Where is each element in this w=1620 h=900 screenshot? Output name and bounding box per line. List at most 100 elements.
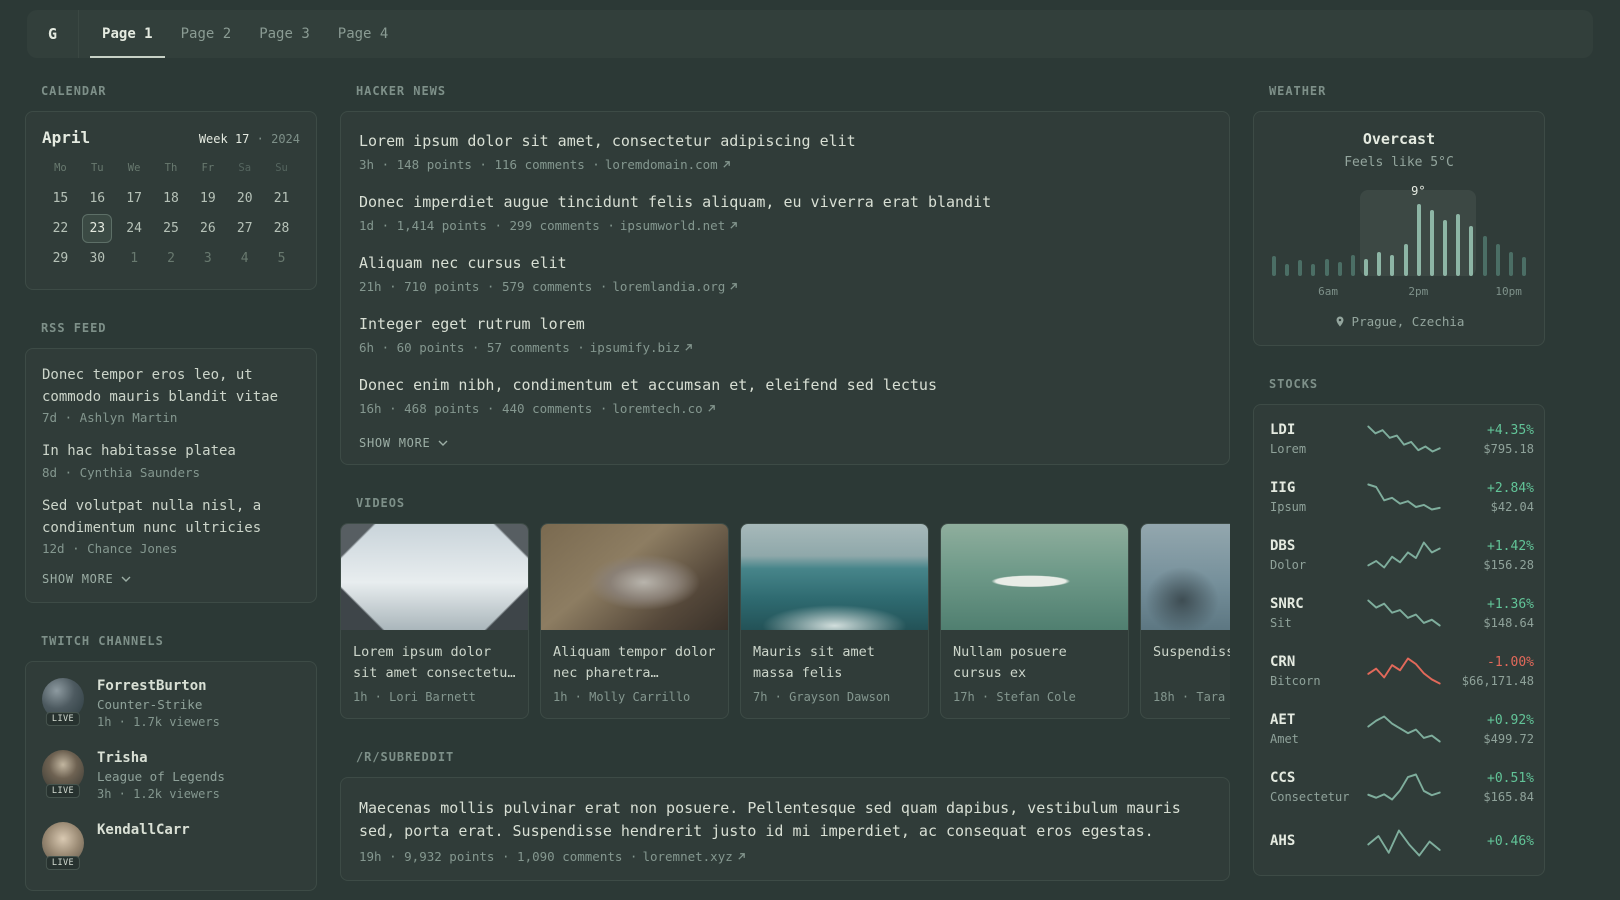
section-title-hackernews: HACKER NEWS — [356, 84, 447, 98]
hackernews-item: Donec enim nibh, condimentum et accumsan… — [359, 375, 1211, 416]
weather-section: WEATHER Overcast Feels like 5°C 9° 6am 2p… — [1253, 84, 1545, 346]
content-area: CALENDAR April Week 17 · 2024 Mo Tu We Th Fr… — [0, 58, 1620, 900]
stock-row[interactable]: IIG Ipsum +2.84% $42.04 — [1270, 468, 1534, 526]
rss-item-title[interactable]: Donec tempor eros leo, ut commodo mauris… — [42, 365, 300, 408]
calendar-widget: April Week 17 · 2024 Mo Tu We Th Fr Sa Su 15 16… — [25, 111, 317, 290]
video-thumbnail — [741, 524, 928, 630]
stock-row[interactable]: CRN Bitcorn -1.00% $66,171.48 — [1270, 642, 1534, 700]
rss-item-title[interactable]: Sed volutpat nulla nisl, a condimentum n… — [42, 496, 300, 539]
stock-change: -1.00% — [1487, 654, 1534, 670]
source-link[interactable]: ipsumworld.net — [620, 218, 725, 233]
video-title[interactable]: Mauris sit amet massa felis — [753, 642, 916, 684]
location-pin-icon — [1336, 316, 1344, 327]
calendar-day[interactable]: 25 — [156, 214, 186, 243]
meta-text: 6h · 60 points · 57 comments · — [359, 340, 585, 355]
rss-widget: Donec tempor eros leo, ut commodo mauris… — [25, 348, 317, 604]
hackernews-item-title[interactable]: Aliquam nec cursus elit — [359, 253, 1211, 274]
stock-sparkline — [1367, 715, 1441, 743]
calendar-day[interactable]: 17 — [119, 184, 149, 213]
rss-item-title[interactable]: In hac habitasse platea — [42, 441, 300, 463]
hackernews-show-more-button[interactable]: SHOW MORE — [359, 436, 1211, 450]
calendar-day[interactable]: 3 — [193, 244, 223, 273]
hackernews-item-title[interactable]: Integer eget rutrum lorem — [359, 314, 1211, 335]
stock-row[interactable]: AET Amet +0.92% $499.72 — [1270, 700, 1534, 758]
page-tab[interactable]: Page 1 — [90, 10, 165, 58]
hackernews-item-title[interactable]: Donec enim nibh, condimentum et accumsan… — [359, 375, 1211, 396]
calendar-day[interactable]: 29 — [45, 244, 75, 273]
calendar-day[interactable]: 19 — [193, 184, 223, 213]
video-card[interactable]: Nullam posuere cursus ex 17h · Stefan Co… — [940, 523, 1129, 719]
calendar-day[interactable]: 1 — [119, 244, 149, 273]
video-title[interactable]: Suspendisse diam — [1153, 642, 1230, 684]
channel-name[interactable]: ForrestBurton — [97, 678, 220, 694]
video-title[interactable]: Lorem ipsum dolor sit amet consectetu… — [353, 642, 516, 684]
weather-bar — [1508, 252, 1513, 276]
calendar-day[interactable]: 15 — [45, 184, 75, 213]
app-logo[interactable]: G — [27, 10, 78, 58]
twitch-channel-row[interactable]: LIVE ForrestBurton Counter-Strike 1h · 1… — [42, 678, 300, 729]
twitch-avatar-wrap: LIVE — [42, 678, 84, 727]
source-link[interactable]: loremlandia.org — [612, 279, 725, 294]
chevron-down-icon — [121, 576, 131, 583]
video-card[interactable]: Lorem ipsum dolor sit amet consectetu… 1… — [340, 523, 529, 719]
stock-row[interactable]: CCS Consectetur +0.51% $165.84 — [1270, 758, 1534, 816]
twitch-channel-row[interactable]: LIVE Trisha League of Legends 3h · 1.2k … — [42, 750, 300, 801]
stock-values: +0.51% $165.84 — [1450, 771, 1534, 804]
calendar-day[interactable]: 4 — [230, 244, 260, 273]
stock-name: Consectetur — [1270, 790, 1350, 804]
video-card[interactable]: Mauris sit amet massa felis 7h · Grayson… — [740, 523, 929, 719]
video-title[interactable]: Aliquam tempor dolor nec pharetra… — [553, 642, 716, 684]
calendar-day[interactable]: 23 — [82, 214, 113, 243]
calendar-day[interactable]: 21 — [267, 184, 297, 213]
hackernews-item-title[interactable]: Lorem ipsum dolor sit amet, consectetur … — [359, 131, 1211, 152]
weather-bar — [1285, 263, 1290, 276]
rss-item: Sed volutpat nulla nisl, a condimentum n… — [42, 496, 300, 556]
twitch-channel-row[interactable]: LIVE KendallCarr — [42, 822, 300, 871]
calendar-day[interactable]: 28 — [267, 214, 297, 243]
calendar-day[interactable]: 16 — [82, 184, 112, 213]
source-link[interactable]: loremdomain.com — [605, 157, 718, 172]
stock-row[interactable]: LDI Lorem +4.35% $795.18 — [1270, 410, 1534, 468]
weather-bar — [1311, 263, 1316, 276]
calendar-day[interactable]: 30 — [82, 244, 112, 273]
page-tab[interactable]: Page 2 — [169, 10, 244, 58]
page-tab[interactable]: Page 3 — [247, 10, 322, 58]
stock-row[interactable]: SNRC Sit +1.36% $148.64 — [1270, 584, 1534, 642]
hackernews-item: Lorem ipsum dolor sit amet, consectetur … — [359, 131, 1211, 172]
source-link[interactable]: loremtech.co — [612, 401, 702, 416]
calendar-day[interactable]: 22 — [45, 214, 75, 243]
page-tab[interactable]: Page 4 — [326, 10, 401, 58]
weather-bar — [1350, 255, 1355, 276]
calendar-day[interactable]: 18 — [156, 184, 186, 213]
calendar-day[interactable]: 27 — [230, 214, 260, 243]
stock-row[interactable]: DBS Dolor +1.42% $156.28 — [1270, 526, 1534, 584]
calendar-day[interactable]: 20 — [230, 184, 260, 213]
stock-name: Amet — [1270, 732, 1299, 746]
weather-location-label: Prague, Czechia — [1351, 314, 1465, 329]
weather-bar — [1495, 244, 1500, 276]
calendar-day-header: Fr — [201, 162, 215, 174]
stock-row[interactable]: AHS +0.46% — [1270, 816, 1534, 870]
video-title[interactable]: Nullam posuere cursus ex — [953, 642, 1116, 684]
external-link-icon — [685, 344, 692, 351]
calendar-day[interactable]: 2 — [156, 244, 186, 273]
calendar-day[interactable]: 26 — [193, 214, 223, 243]
subreddit-post-title[interactable]: Maecenas mollis pulvinar erat non posuer… — [359, 797, 1211, 844]
source-link[interactable]: ipsumify.biz — [590, 340, 680, 355]
calendar-day[interactable]: 5 — [267, 244, 297, 273]
channel-name[interactable]: KendallCarr — [97, 822, 190, 838]
stock-sparkline — [1367, 773, 1441, 801]
channel-name[interactable]: Trisha — [97, 750, 225, 766]
calendar-day[interactable]: 24 — [119, 214, 149, 243]
video-card[interactable]: Aliquam tempor dolor nec pharetra… 1h · … — [540, 523, 729, 719]
calendar-week-number: Week 17 — [198, 132, 250, 146]
hackernews-item-title[interactable]: Donec imperdiet augue tincidunt felis al… — [359, 192, 1211, 213]
videos-section: VIDEOS Lorem ipsum dolor sit amet consec… — [340, 496, 1230, 719]
weather-bar — [1429, 210, 1434, 276]
source-link[interactable]: loremnet.xyz — [642, 849, 732, 864]
rss-show-more-button[interactable]: SHOW MORE — [42, 572, 300, 586]
stock-chart-wrap — [1366, 540, 1442, 570]
hackernews-item-meta: 3h · 148 points · 116 comments · loremdo… — [359, 157, 1211, 172]
stock-values: +1.36% $148.64 — [1450, 597, 1534, 630]
video-card[interactable]: Suspendisse diam 18h · Tara — [1140, 523, 1230, 719]
